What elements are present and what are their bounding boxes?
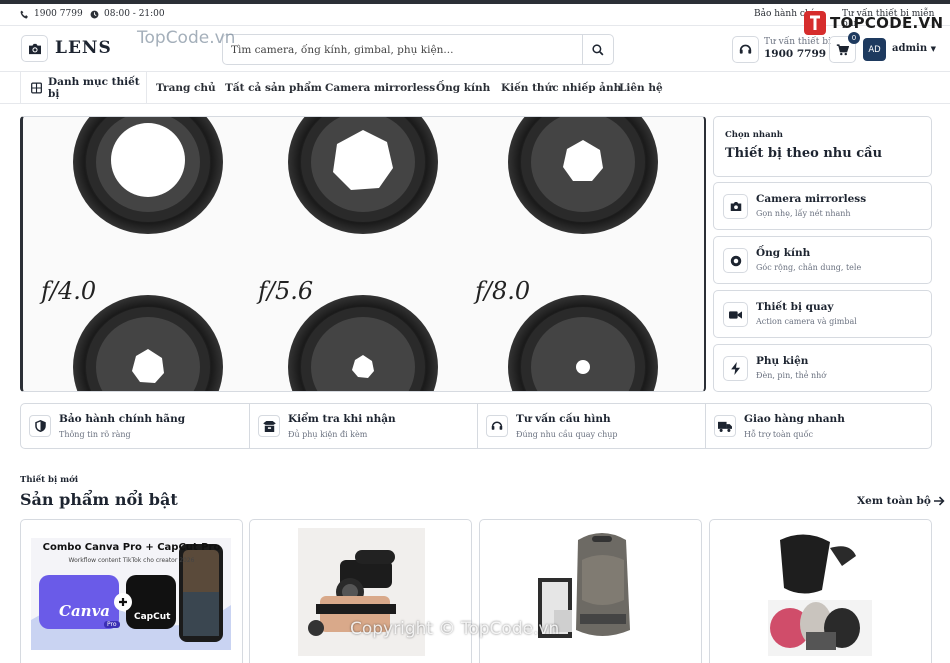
quick-select-header: Chọn nhanh Thiết bị theo nhu cầu [713, 116, 932, 177]
shield-icon [34, 420, 46, 432]
quick-select-item-accessories[interactable]: Phụ kiện Đèn, pin, thẻ nhớ [713, 344, 932, 392]
category-menu-button[interactable]: Danh mục thiết bị [20, 72, 147, 104]
video-icon [729, 310, 742, 319]
feature-desc: Đủ phụ kiện đi kèm [288, 430, 368, 439]
clock-icon [90, 10, 99, 18]
camera-rig-photo [298, 528, 425, 656]
nav-link-photo-knowledge[interactable]: Kiến thức nhiếp ảnh [501, 82, 621, 94]
feature-name: Kiểm tra khi nhận [288, 413, 396, 425]
phone-number: 1900 7799 [34, 9, 83, 19]
quick-select-desc: Gọn nhẹ, lấy nét nhanh [756, 209, 851, 218]
logo-mark[interactable] [21, 35, 48, 62]
truck-icon [718, 421, 732, 432]
phone-info[interactable]: 1900 7799 [20, 9, 83, 19]
hotline-button[interactable] [732, 36, 759, 63]
arrow-right-icon [933, 496, 945, 506]
search-icon [592, 43, 604, 55]
lens-top-3 [508, 117, 658, 234]
avatar[interactable]: AD [863, 38, 886, 61]
feature-name: Tư vấn cấu hình [516, 413, 611, 425]
copyright-watermark: Copyright © TopCode.vn [350, 619, 560, 639]
camera-backpack-photo [538, 533, 630, 638]
nav-link-all-products[interactable]: Tất cả sản phẩm [225, 82, 322, 94]
quick-select-item-video[interactable]: Thiết bị quay Action camera và gimbal [713, 290, 932, 338]
product-card-backpack[interactable] [479, 519, 702, 663]
feature-name: Giao hàng nhanh [744, 413, 845, 425]
aperture-comparison-image [73, 117, 658, 391]
user-menu[interactable]: admin ▼ [892, 43, 936, 54]
user-name: admin [892, 43, 928, 54]
lens-top-1 [73, 117, 223, 234]
product-headline: Combo Canva Pro + CapCut Pro [42, 542, 221, 553]
aperture-label-f4: f/4.0 [41, 277, 97, 305]
grid-icon [31, 82, 42, 94]
camera-bag-photo [768, 534, 872, 656]
headset-icon [491, 421, 503, 430]
hotline-label: Tư vấn thiết bị [764, 37, 831, 47]
aperture-label-f56: f/5.6 [258, 277, 314, 305]
feature-consult: Tư vấn cấu hình Đúng nhu cầu quay chụp [477, 404, 705, 448]
topcode-logo-text: TOPCODE.VN [830, 14, 944, 32]
lens-icon [730, 255, 741, 266]
features-strip: Bảo hành chính hãng Thông tin rõ ràng Ki… [20, 403, 932, 449]
feature-desc: Thông tin rõ ràng [59, 430, 131, 439]
quick-select-desc: Góc rộng, chân dung, tele [756, 263, 862, 272]
hotline-number[interactable]: 1900 7799 [764, 48, 826, 60]
view-all-label: Xem toàn bộ [857, 495, 931, 507]
camera-icon [730, 202, 741, 211]
quick-select-name: Thiết bị quay [756, 301, 834, 313]
phone-icon [20, 10, 28, 18]
quick-select-title: Thiết bị theo nhu cầu [725, 146, 883, 161]
aperture-label-f8: f/8.0 [475, 277, 531, 305]
quick-select-name: Camera mirrorless [756, 193, 867, 205]
feature-desc: Hỗ trợ toàn quốc [744, 430, 813, 439]
bolt-icon [730, 362, 740, 375]
camera-icon [28, 43, 41, 54]
pro-badge: Pro [104, 621, 120, 628]
logo-text[interactable]: LENS [55, 38, 112, 58]
category-menu-label: Danh mục thiết bị [48, 76, 140, 100]
site-watermark: TopCode.vn [137, 28, 236, 48]
product-card-camera-bag[interactable] [709, 519, 932, 663]
search-input[interactable] [231, 41, 581, 59]
quick-select-kicker: Chọn nhanh [725, 130, 783, 140]
quick-select-item-camera[interactable]: Camera mirrorless Gọn nhẹ, lấy nét nhanh [713, 182, 932, 230]
feature-warranty: Bảo hành chính hãng Thông tin rõ ràng [21, 404, 249, 448]
search-button[interactable] [582, 35, 613, 64]
feature-delivery: Giao hàng nhanh Hỗ trợ toàn quốc [705, 404, 933, 448]
feature-name: Bảo hành chính hãng [59, 413, 186, 425]
section-kicker: Thiết bị mới [20, 475, 79, 485]
nav-link-home[interactable]: Trang chủ [156, 82, 216, 94]
chevron-down-icon: ▼ [930, 44, 936, 53]
search-box [222, 34, 614, 65]
quick-select-name: Phụ kiện [756, 355, 809, 367]
feature-desc: Đúng nhu cầu quay chụp [516, 430, 618, 439]
hero-banner[interactable]: f/4.0 f/5.6 f/8.0 [20, 116, 706, 392]
box-icon [262, 420, 276, 432]
quick-select-item-lens[interactable]: Ống kính Góc rộng, chân dung, tele [713, 236, 932, 284]
nav-link-mirrorless[interactable]: Camera mirrorless [325, 82, 435, 94]
lens-bottom-3 [508, 295, 658, 391]
nav-link-lenses[interactable]: Ống kính [436, 82, 490, 94]
product-card-camera-rig[interactable] [249, 519, 472, 663]
brand-a-label: Canva [59, 602, 110, 620]
opening-hours: 08:00 - 21:00 [104, 9, 165, 19]
product-card-canva-capcut[interactable]: Combo Canva Pro + CapCut Pro Workflow co… [20, 519, 243, 663]
main-nav: Danh mục thiết bị Trang chủ Tất cả sản p… [0, 72, 950, 104]
quick-select-desc: Đèn, pin, thẻ nhớ [756, 371, 827, 380]
feature-inspection: Kiểm tra khi nhận Đủ phụ kiện đi kèm [249, 404, 477, 448]
quick-select-desc: Action camera và gimbal [756, 317, 857, 326]
lens-bottom-2 [288, 295, 438, 391]
headset-icon [739, 44, 752, 54]
lens-top-2 [288, 117, 438, 234]
product-subline: Workflow content TikTok cho creator 2026 [68, 557, 195, 564]
view-all-link[interactable]: Xem toàn bộ [857, 495, 945, 507]
lens-bottom-1 [73, 295, 223, 391]
cart-icon [836, 43, 849, 55]
section-title: Sản phẩm nổi bật [20, 490, 178, 509]
brand-b-label: CapCut [134, 612, 171, 622]
quick-select-name: Ống kính [756, 247, 811, 259]
nav-link-contact[interactable]: Liên hệ [619, 82, 663, 94]
hours-info: 08:00 - 21:00 [90, 9, 165, 19]
